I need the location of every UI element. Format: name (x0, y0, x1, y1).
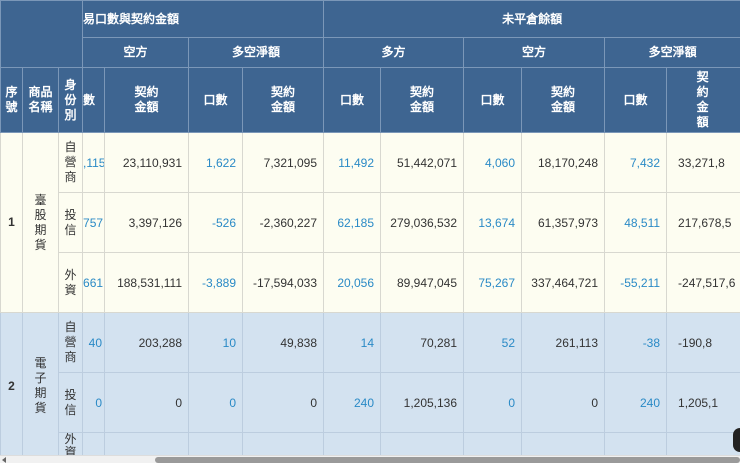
amount-cell: -17,594,033 (242, 252, 325, 313)
identity-cell: 自營商 (57, 132, 84, 193)
lots-cell[interactable]: 11,492 (323, 132, 382, 193)
header-lots: 口數 (188, 67, 244, 133)
identity-cell: 外資 (57, 252, 84, 313)
header-product: 商品名稱 (22, 67, 59, 133)
amount-cell: 261,113 (521, 312, 606, 373)
lots-cell[interactable]: -55,211 (604, 252, 668, 313)
amount-cell: 279,036,532 (380, 192, 465, 253)
header-corner (0, 0, 84, 68)
lots-cell[interactable]: -38 (604, 312, 668, 373)
lots-cell[interactable]: 1,622 (188, 132, 244, 193)
table-row: 投信 757 3,397,126 -526 -2,360,227 62,185 279,03… (1, 192, 740, 253)
amount-cell: -247,517,6 (666, 252, 740, 313)
scrollbar-thumb[interactable] (155, 457, 740, 463)
lots-cell[interactable]: 40 (82, 312, 106, 373)
amount-cell: 188,531,111 (104, 252, 190, 313)
table-row: 投信 0 0 0 0 240 1,205,136 0 0 240 1,205,1 (1, 372, 740, 433)
horizontal-scrollbar[interactable] (0, 455, 740, 463)
identity-cell: 投信 (57, 192, 84, 253)
lots-cell[interactable]: 14 (323, 312, 382, 373)
table-body: 1 臺股期貨 自營商 ,115 23,110,931 1,622 7,321,095 11,4… (0, 132, 740, 460)
amount-cell: 70,281 (380, 312, 465, 373)
amount-cell: 49,838 (242, 312, 325, 373)
amount-cell: 337,464,721 (521, 252, 606, 313)
identity-cell: 自營商 (57, 312, 84, 373)
header-amount: 契約金額 (380, 67, 465, 133)
header-amount: 契約金額 (521, 67, 606, 133)
lots-cell[interactable]: 7,432 (604, 132, 668, 193)
lots-cell[interactable]: 0 (188, 372, 244, 433)
floating-button[interactable] (733, 428, 740, 452)
amount-cell: 7,321,095 (242, 132, 325, 193)
lots-cell[interactable]: -526 (188, 192, 244, 253)
lots-cell[interactable]: 4,060 (463, 132, 523, 193)
header-oi-long: 多方 (323, 37, 465, 68)
seq-cell: 2 (0, 312, 23, 460)
header-lots: 口數 (323, 67, 382, 133)
lots-cell[interactable]: -3,889 (188, 252, 244, 313)
identity-cell: 投信 (57, 372, 84, 433)
lots-cell[interactable]: 62,185 (323, 192, 382, 253)
table-viewport[interactable]: 交易口數與契約金額 未平倉餘額 空方 多空淨額 多方 空方 多空淨額 序號 商品… (0, 0, 740, 460)
header-oi-label: 未平倉餘額 (502, 11, 563, 26)
amount-cell: -190,8 (666, 312, 740, 373)
amount-cell: 203,288 (104, 312, 190, 373)
amount-cell: 33,271,8 (666, 132, 740, 193)
lots-cell[interactable]: 661 (82, 252, 106, 313)
lots-cell[interactable]: 20,056 (323, 252, 382, 313)
lots-cell[interactable]: 240 (323, 372, 382, 433)
header-seq: 序號 (0, 67, 23, 133)
scroll-left-arrow-icon[interactable] (2, 457, 6, 463)
lots-cell[interactable]: 48,511 (604, 192, 668, 253)
header-amount: 契約金額 (104, 67, 190, 133)
lots-cell[interactable]: ,115 (82, 132, 106, 193)
header-lots: 口數 (463, 67, 523, 133)
amount-cell: 0 (242, 372, 325, 433)
seq-cell: 1 (0, 132, 23, 313)
amount-cell: 0 (521, 372, 606, 433)
header-trade-net: 多空淨額 (188, 37, 325, 68)
lots-cell[interactable]: 13,674 (463, 192, 523, 253)
table-row: 外資 661 188,531,111 -3,889 -17,594,033 20,056 8… (1, 252, 740, 313)
amount-cell: 217,678,5 (666, 192, 740, 253)
amount-cell: 89,947,045 (380, 252, 465, 313)
header-trade-group-label: 交易口數與契約金額 (83, 11, 180, 26)
table-row: 2 電子期貨 自營商 40 203,288 10 49,838 14 70,281 52 261,1… (0, 312, 740, 460)
header-amount: 契約金額 (242, 67, 325, 133)
amount-cell: 61,357,973 (521, 192, 606, 253)
amount-cell: 1,205,1 (666, 372, 740, 433)
header-amount: 契約金額 (666, 67, 740, 133)
header-oi-group: 未平倉餘額 (323, 0, 740, 38)
header-trade-group: 交易口數與契約金額 (82, 0, 325, 38)
lots-cell[interactable]: 757 (82, 192, 106, 253)
header-lots-trunc: 數 (82, 67, 106, 133)
institutional-investors-table: 交易口數與契約金額 未平倉餘額 空方 多空淨額 多方 空方 多空淨額 序號 商品… (0, 0, 740, 460)
lots-cell[interactable]: 0 (463, 372, 523, 433)
header-lots: 口數 (604, 67, 668, 133)
product-cell: 臺股期貨 (22, 132, 59, 313)
product-cell: 電子期貨 (22, 312, 59, 460)
table-row: 1 臺股期貨 自營商 ,115 23,110,931 1,622 7,321,095 11,4… (0, 132, 740, 313)
amount-cell: 18,170,248 (521, 132, 606, 193)
lots-cell[interactable]: 240 (604, 372, 668, 433)
amount-cell: 23,110,931 (104, 132, 190, 193)
lots-cell[interactable]: 52 (463, 312, 523, 373)
lots-cell[interactable]: 75,267 (463, 252, 523, 313)
amount-cell: -2,360,227 (242, 192, 325, 253)
header-oi-short: 空方 (463, 37, 606, 68)
amount-cell: 3,397,126 (104, 192, 190, 253)
header-identity: 身份別 (57, 67, 84, 133)
lots-cell[interactable]: 10 (188, 312, 244, 373)
header-trade-short: 空方 (82, 37, 190, 68)
lots-cell[interactable]: 0 (82, 372, 106, 433)
amount-cell: 0 (104, 372, 190, 433)
amount-cell: 1,205,136 (380, 372, 465, 433)
amount-cell: 51,442,071 (380, 132, 465, 193)
header-oi-net: 多空淨額 (604, 37, 740, 68)
header-oi-net-label: 多空淨額 (648, 45, 697, 59)
